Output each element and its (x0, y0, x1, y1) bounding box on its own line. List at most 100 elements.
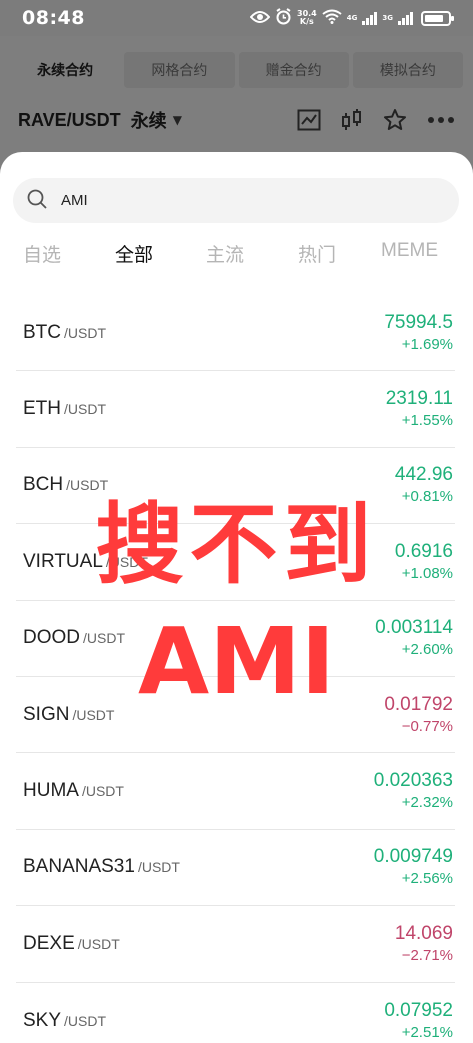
sim1-label: 4G (346, 14, 358, 22)
pair-row[interactable]: ETH/USDT 2319.11 +1.55% (16, 371, 455, 448)
pair-quote: /USDT (81, 783, 124, 800)
pair-price: 0.6916 (394, 540, 453, 562)
pair-quote: /USDT (137, 859, 180, 876)
pair-price: 0.020363 (373, 770, 453, 792)
pair-row[interactable]: DOOD/USDT 0.003114 +2.60% (16, 601, 455, 677)
pair-quote: /USDT (105, 553, 148, 570)
candlestick-icon[interactable] (341, 108, 363, 132)
pair-change: +1.55% (401, 412, 453, 430)
pair-row[interactable]: DEXE/USDT 14.069 −2.71% (16, 906, 455, 983)
pair-quote: /USDT (72, 706, 115, 723)
tab-all[interactable]: 全部 (115, 240, 153, 267)
pair-change: +2.51% (401, 1023, 453, 1041)
pair-prices: 0.020363 +2.32% (374, 769, 453, 813)
tab-demo-contract[interactable]: 模拟合约 (352, 52, 463, 88)
pair-symbol: BTC (23, 321, 61, 343)
pair-prices: 2319.11 +1.55% (386, 387, 453, 431)
search-box[interactable] (13, 178, 459, 223)
tab-bonus-contract[interactable]: 赠金合约 (238, 52, 349, 88)
pair-change: +1.69% (401, 335, 453, 353)
pair-name: SIGN/USDT (23, 704, 114, 726)
pair-change: −0.77% (401, 717, 453, 735)
pair-row[interactable]: VIRTUAL/USDT 0.6916 +1.08% (16, 524, 455, 601)
pair-change: +2.60% (401, 641, 453, 659)
pair-price: 75994.5 (384, 311, 453, 333)
pair-change: +1.08% (401, 564, 453, 582)
pair-name: ETH/USDT (23, 398, 106, 420)
pair-price: 14.069 (394, 922, 453, 944)
status-time: 08:48 (22, 7, 85, 29)
tab-perpetual-contract[interactable]: 永续合约 (10, 52, 120, 88)
pair-symbol: DEXE (23, 932, 75, 954)
pair-row[interactable]: BCH/USDT 442.96 +0.81% (16, 448, 455, 525)
tab-grid-contract[interactable]: 网格合约 (124, 52, 235, 88)
pair-quote: /USDT (77, 935, 120, 952)
pair-search-sheet: 自选 全部 主流 热门 MEME BTC/USDT 75994.5 +1.69% ET… (0, 152, 473, 1043)
tab-hot[interactable]: 热门 (298, 240, 336, 267)
wifi-icon (322, 9, 342, 27)
pair-prices: 0.01792 −0.77% (384, 693, 453, 737)
pair-row[interactable]: HUMA/USDT 0.020363 +2.32% (16, 753, 455, 830)
pair-symbol: BCH (23, 474, 64, 496)
pair-row[interactable]: BANANAS31/USDT 0.009749 +2.56% (16, 830, 455, 907)
pair-row[interactable]: SKY/USDT 0.07952 +2.51% (16, 983, 455, 1043)
tab-favorites[interactable]: 自选 (23, 240, 61, 267)
pair-symbol: ETH (23, 398, 61, 420)
battery-icon (421, 10, 454, 26)
pair-price: 0.009749 (373, 846, 453, 868)
pair-quote: /USDT (66, 477, 109, 494)
pair-row[interactable]: BTC/USDT 75994.5 +1.69% (16, 295, 455, 372)
pair-price: 442.96 (394, 464, 453, 486)
pair-symbol: VIRTUAL (23, 550, 103, 572)
star-icon[interactable] (383, 108, 407, 132)
pair-title[interactable]: RAVE/USDT (18, 110, 121, 131)
pair-change: +2.32% (401, 794, 453, 812)
pair-price: 0.07952 (384, 999, 453, 1021)
pair-price: 0.003114 (375, 617, 453, 639)
tab-mainstream[interactable]: 主流 (206, 240, 244, 267)
category-tabs: 自选 全部 主流 热门 MEME (0, 236, 473, 272)
signal-icon-sim2 (398, 11, 413, 25)
pair-change: +2.56% (401, 870, 453, 888)
pair-prices: 0.6916 +1.08% (395, 540, 453, 584)
pair-name: BCH/USDT (23, 474, 108, 496)
pair-prices: 14.069 −2.71% (395, 922, 453, 966)
pair-list: BTC/USDT 75994.5 +1.69% ETH/USDT 2319.11 +1.5… (16, 295, 455, 1043)
net-speed: 30.4 K/s (297, 10, 317, 26)
pair-change: +0.81% (401, 488, 453, 506)
pair-name: DEXE/USDT (23, 933, 120, 955)
header-actions (297, 108, 455, 132)
pair-price: 0.01792 (384, 693, 453, 715)
search-input[interactable] (61, 192, 421, 209)
status-icons: 30.4 K/s 4G 3G (249, 8, 454, 28)
pair-price: 2319.11 (385, 388, 453, 410)
pair-name: HUMA/USDT (23, 780, 124, 802)
pair-quote: /USDT (64, 324, 106, 341)
alarm-icon (275, 8, 292, 28)
pair-symbol: HUMA (23, 780, 79, 802)
signal-icon-sim1 (362, 11, 378, 25)
pair-quote: /USDT (64, 1012, 107, 1029)
pair-symbol: BANANAS31 (23, 856, 135, 878)
pair-quote: /USDT (64, 401, 106, 418)
eye-icon (249, 10, 271, 27)
status-bar: 08:48 30.4 K/s 4G 3G (0, 0, 473, 36)
pair-prices: 0.07952 +2.51% (384, 999, 453, 1043)
pair-prices: 75994.5 +1.69% (384, 311, 453, 355)
pair-quote: /USDT (83, 630, 125, 647)
pair-row[interactable]: SIGN/USDT 0.01792 −0.77% (16, 677, 455, 754)
sim2-label: 3G (382, 14, 393, 22)
pair-name: BTC/USDT (23, 322, 106, 344)
tab-meme[interactable]: MEME (381, 240, 438, 262)
pair-symbol: SKY (23, 1009, 62, 1031)
pair-symbol: DOOD (23, 627, 80, 649)
more-icon[interactable] (427, 116, 455, 124)
caret-down-icon[interactable]: ▼ (173, 113, 182, 127)
chart-icon[interactable] (297, 109, 321, 131)
pair-name: DOOD/USDT (23, 627, 125, 649)
pair-prices: 0.009749 +2.56% (374, 845, 453, 889)
net-speed-unit: K/s (299, 17, 314, 26)
pair-name: BANANAS31/USDT (23, 856, 180, 878)
contract-type[interactable]: 永续 (131, 107, 167, 133)
pair-name: VIRTUAL/USDT (23, 551, 148, 573)
